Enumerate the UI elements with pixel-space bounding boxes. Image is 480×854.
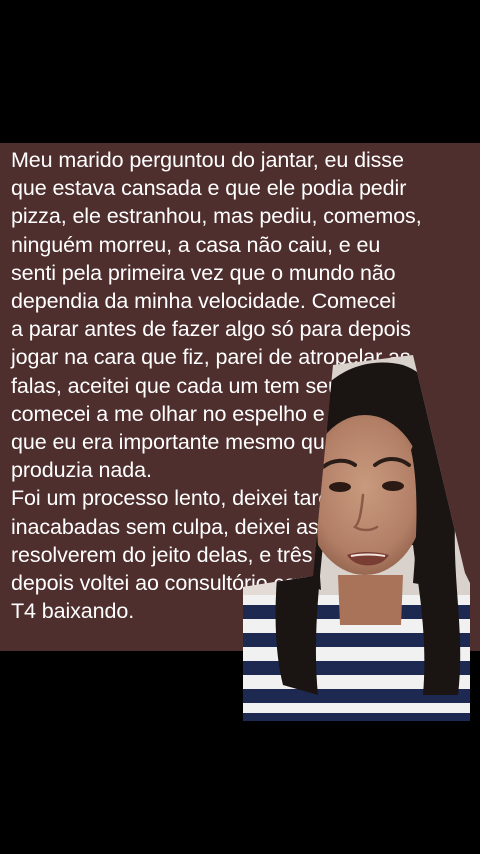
story-line: a parar antes de fazer algo só para depo… [11, 317, 411, 342]
story-line: Meu marido perguntou do jantar, eu disse [11, 148, 404, 172]
story-line: dependia da minha velocidade. Comecei [11, 289, 396, 314]
story-line: ninguém morreu, a casa não caiu, e eu [11, 232, 381, 257]
person-cutout [243, 355, 470, 721]
video-frame: Meu marido perguntou do jantar, eu disse… [0, 0, 480, 854]
story-line: que estava cansada e que ele podia pedir [11, 176, 407, 201]
person-illustration [243, 355, 470, 721]
story-line: pizza, ele estranhou, mas pediu, comemos… [11, 204, 422, 229]
story-line: senti pela primeira vez que o mundo não [11, 260, 396, 285]
